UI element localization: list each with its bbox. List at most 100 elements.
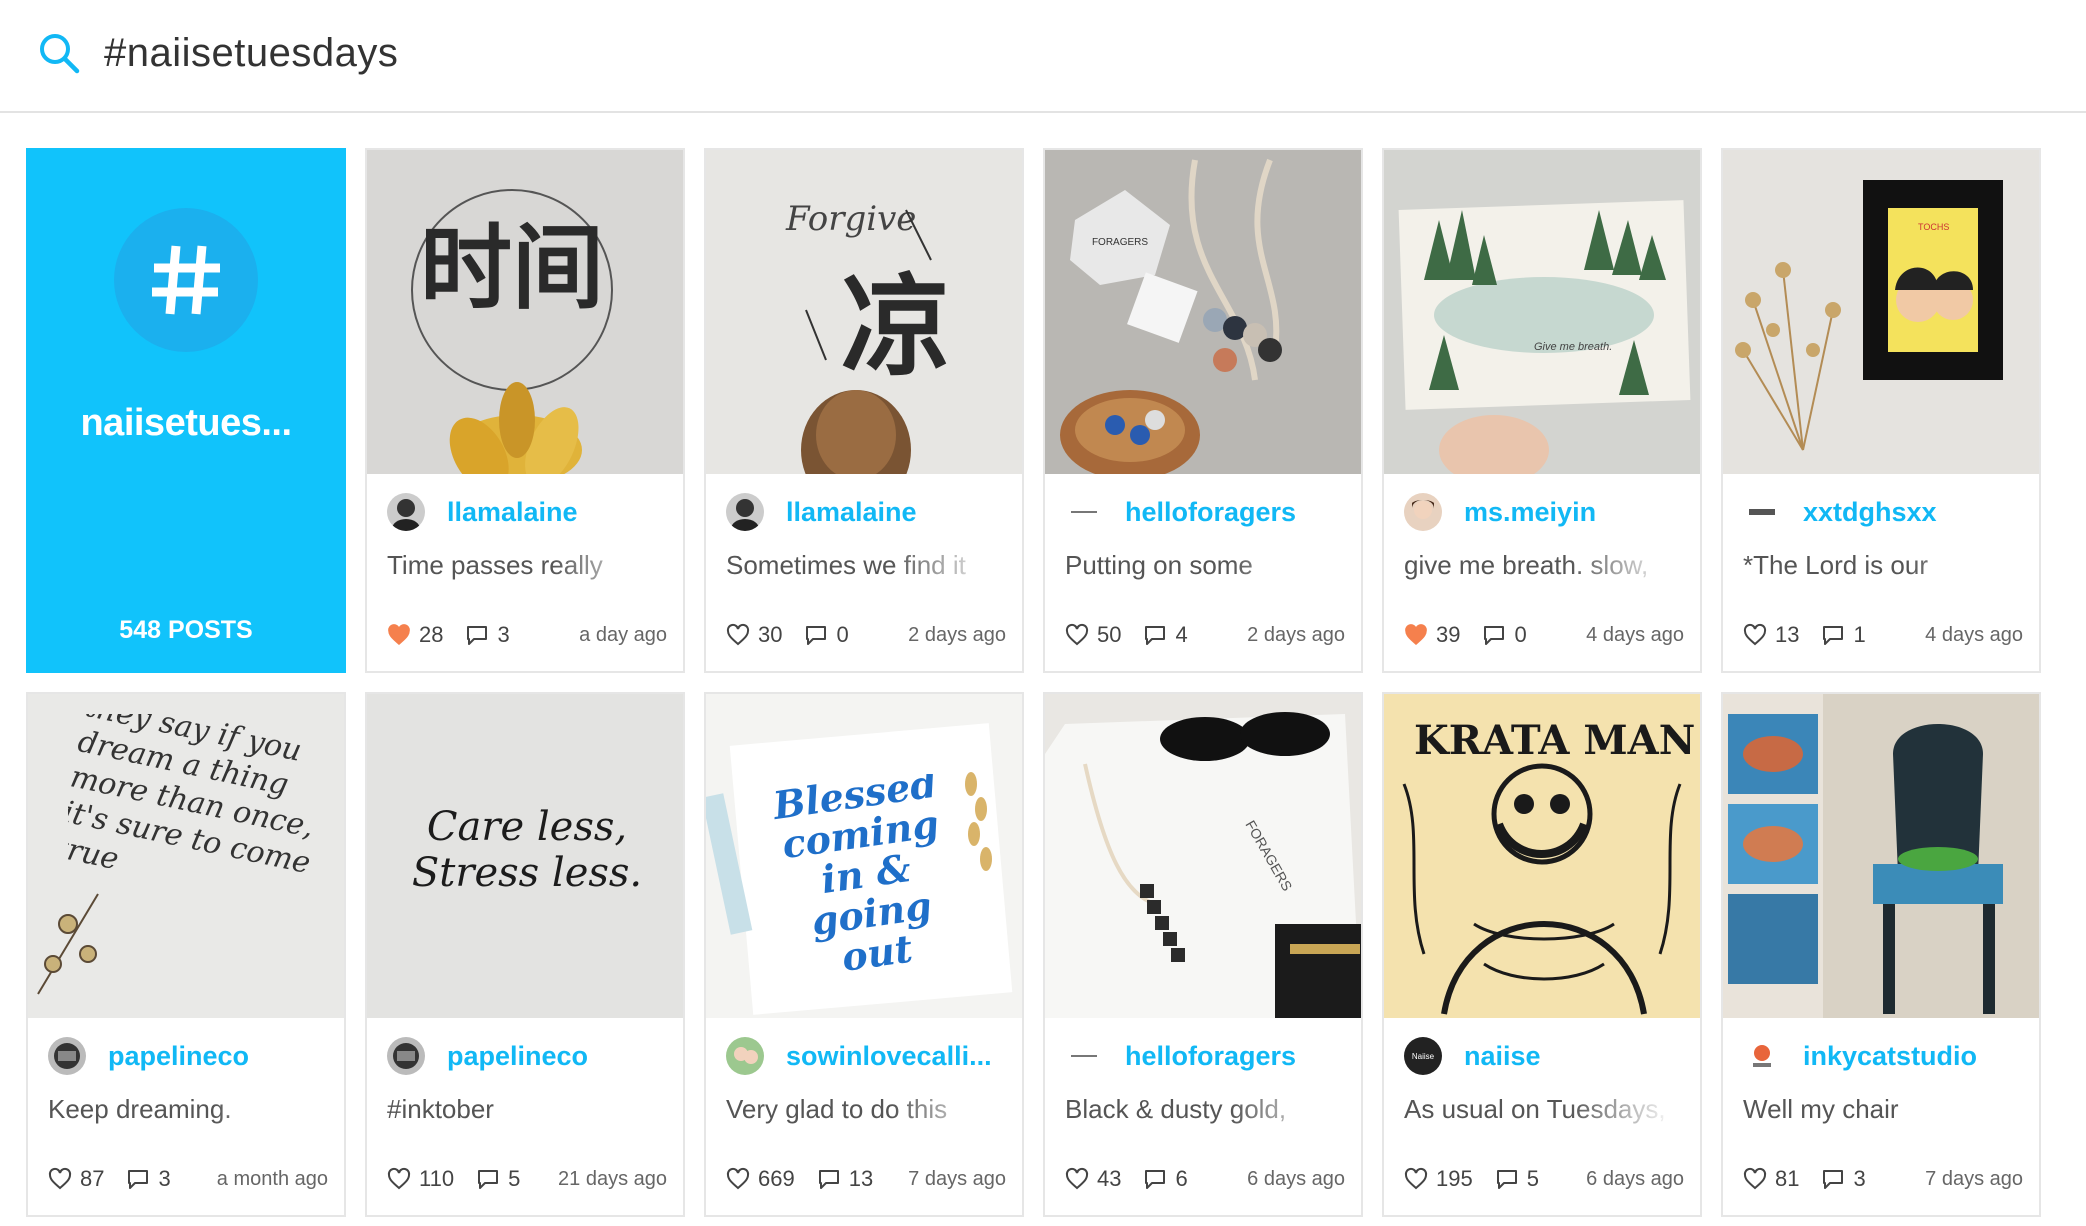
avatar[interactable] [1743, 493, 1781, 531]
like-button[interactable]: 110 [387, 1166, 454, 1192]
post-user[interactable]: xxtdghsxx [1743, 491, 1937, 533]
heart-icon [1065, 623, 1089, 646]
like-button[interactable]: 50 [1065, 622, 1121, 648]
post-image[interactable]: they say if you dream a thing more than … [28, 694, 344, 1018]
comment-button[interactable]: 3 [465, 622, 510, 648]
comment-button[interactable]: 4 [1143, 622, 1188, 648]
post-card[interactable]: Forgive 凉 llamalaine Sometimes we find i… [704, 148, 1024, 673]
like-count: 43 [1097, 1166, 1122, 1191]
like-button[interactable]: 39 [1404, 622, 1460, 648]
like-button[interactable]: 195 [1404, 1166, 1473, 1192]
post-card[interactable]: FORAGERS helloforagers Putting on some 5… [1043, 148, 1363, 673]
post-image[interactable]: KRATA MAN [1384, 694, 1700, 1018]
comment-count: 4 [1175, 622, 1188, 647]
username[interactable]: helloforagers [1125, 497, 1296, 528]
like-button[interactable]: 43 [1065, 1166, 1121, 1192]
post-user[interactable]: llamalaine [387, 491, 578, 533]
comment-button[interactable]: 5 [476, 1166, 520, 1192]
username[interactable]: llamalaine [786, 497, 917, 528]
comment-icon [1145, 1170, 1166, 1189]
post-time: a day ago [579, 623, 667, 646]
like-button[interactable]: 30 [726, 622, 782, 648]
post-user[interactable]: papelineco [387, 1035, 588, 1077]
post-stats: 81 3 7 days ago [1743, 1164, 2023, 1194]
comment-button[interactable]: 3 [1821, 1166, 1866, 1192]
avatar[interactable] [726, 1037, 764, 1075]
avatar[interactable] [387, 1037, 425, 1075]
comment-button[interactable]: 13 [817, 1166, 873, 1192]
comment-button[interactable]: 0 [804, 622, 849, 648]
post-user[interactable]: llamalaine [726, 491, 917, 533]
post-image[interactable]: Blessed coming in & going out [706, 694, 1022, 1018]
like-button[interactable]: 81 [1743, 1166, 1799, 1192]
comment-count: 0 [1514, 622, 1527, 647]
post-user[interactable]: helloforagers [1065, 1035, 1296, 1077]
post-card[interactable]: Care less, Stress less. papelineco #inkt… [365, 692, 685, 1217]
post-image[interactable]: Forgive 凉 [706, 150, 1022, 474]
post-stats: 195 5 6 days ago [1404, 1164, 1684, 1194]
post-image[interactable]: TOCHS [1723, 150, 2039, 474]
post-card[interactable]: FORAGERS helloforagers Black & dusty gol… [1043, 692, 1363, 1217]
like-button[interactable]: 28 [387, 622, 443, 648]
post-image[interactable]: FORAGERS [1045, 694, 1361, 1018]
post-card[interactable]: TOCHS xxtdghsxx *The Lord is our 13 1 4 … [1721, 148, 2041, 673]
post-image[interactable]: FORAGERS [1045, 150, 1361, 474]
username[interactable]: papelineco [108, 1041, 249, 1072]
post-card[interactable]: they say if you dream a thing more than … [26, 692, 346, 1217]
post-user[interactable]: sowinlovecalli... [726, 1035, 992, 1077]
comment-count: 3 [158, 1166, 171, 1191]
comment-icon [467, 626, 488, 645]
comment-button[interactable]: 6 [1143, 1166, 1188, 1192]
post-card[interactable]: 时间 llamalaine Time passes really 28 3 a … [365, 148, 685, 673]
like-button[interactable]: 669 [726, 1166, 795, 1192]
username[interactable]: xxtdghsxx [1803, 497, 1937, 528]
search-icon[interactable] [36, 30, 82, 76]
post-stats: 669 13 7 days ago [726, 1164, 1006, 1194]
comment-button[interactable]: 0 [1482, 622, 1527, 648]
username[interactable]: ms.meiyin [1464, 497, 1596, 528]
post-image[interactable]: Care less, Stress less. [367, 694, 683, 1018]
comment-count: 5 [508, 1166, 521, 1191]
post-user[interactable]: Naiise naiise [1404, 1035, 1541, 1077]
username[interactable]: sowinlovecalli... [786, 1041, 992, 1072]
comment-button[interactable]: 1 [1821, 622, 1866, 648]
avatar[interactable] [1743, 1037, 1781, 1075]
comment-count: 6 [1175, 1166, 1188, 1191]
post-card[interactable]: inkycatstudio Well my chair 81 3 7 days … [1721, 692, 2041, 1217]
comment-button[interactable]: 3 [126, 1166, 171, 1192]
avatar[interactable] [1065, 493, 1103, 531]
comment-button[interactable]: 5 [1495, 1166, 1539, 1192]
avatar[interactable] [48, 1037, 86, 1075]
username[interactable]: papelineco [447, 1041, 588, 1072]
like-count: 81 [1775, 1166, 1800, 1191]
post-user[interactable]: papelineco [48, 1035, 249, 1077]
avatar[interactable]: Naiise [1404, 1037, 1442, 1075]
like-button[interactable]: 87 [48, 1166, 104, 1192]
thumb-script: Forgive [785, 199, 916, 239]
like-button[interactable]: 13 [1743, 622, 1799, 648]
post-image[interactable]: Give me breath. [1384, 150, 1700, 474]
post-user[interactable]: inkycatstudio [1743, 1035, 1977, 1077]
post-card[interactable]: Give me breath. ms.meiyin give me breath… [1382, 148, 1702, 673]
avatar[interactable] [1065, 1037, 1103, 1075]
post-user[interactable]: ms.meiyin [1404, 491, 1596, 533]
post-card[interactable]: KRATA MAN Naiise naiise As usual on Tues… [1382, 692, 1702, 1217]
post-image[interactable] [1723, 694, 2039, 1018]
search-input[interactable] [104, 22, 1004, 84]
avatar[interactable] [387, 493, 425, 531]
avatar[interactable] [1404, 493, 1442, 531]
comment-icon [128, 1170, 149, 1189]
hashtag-card[interactable]: naiisetues... 548 POSTS [26, 148, 346, 673]
username[interactable]: inkycatstudio [1803, 1041, 1977, 1072]
thumb-text: Blessed coming in & going out [770, 774, 942, 974]
post-user[interactable]: helloforagers [1065, 491, 1296, 533]
avatar[interactable] [726, 493, 764, 531]
thumb-text: FORAGERS [1092, 237, 1148, 248]
post-card[interactable]: Blessed coming in & going out sowinlovec… [704, 692, 1024, 1217]
heart-icon [1743, 623, 1767, 646]
username[interactable]: llamalaine [447, 497, 578, 528]
username[interactable]: helloforagers [1125, 1041, 1296, 1072]
username[interactable]: naiise [1464, 1041, 1541, 1072]
post-image[interactable]: 时间 [367, 150, 683, 474]
comment-icon [478, 1170, 499, 1189]
